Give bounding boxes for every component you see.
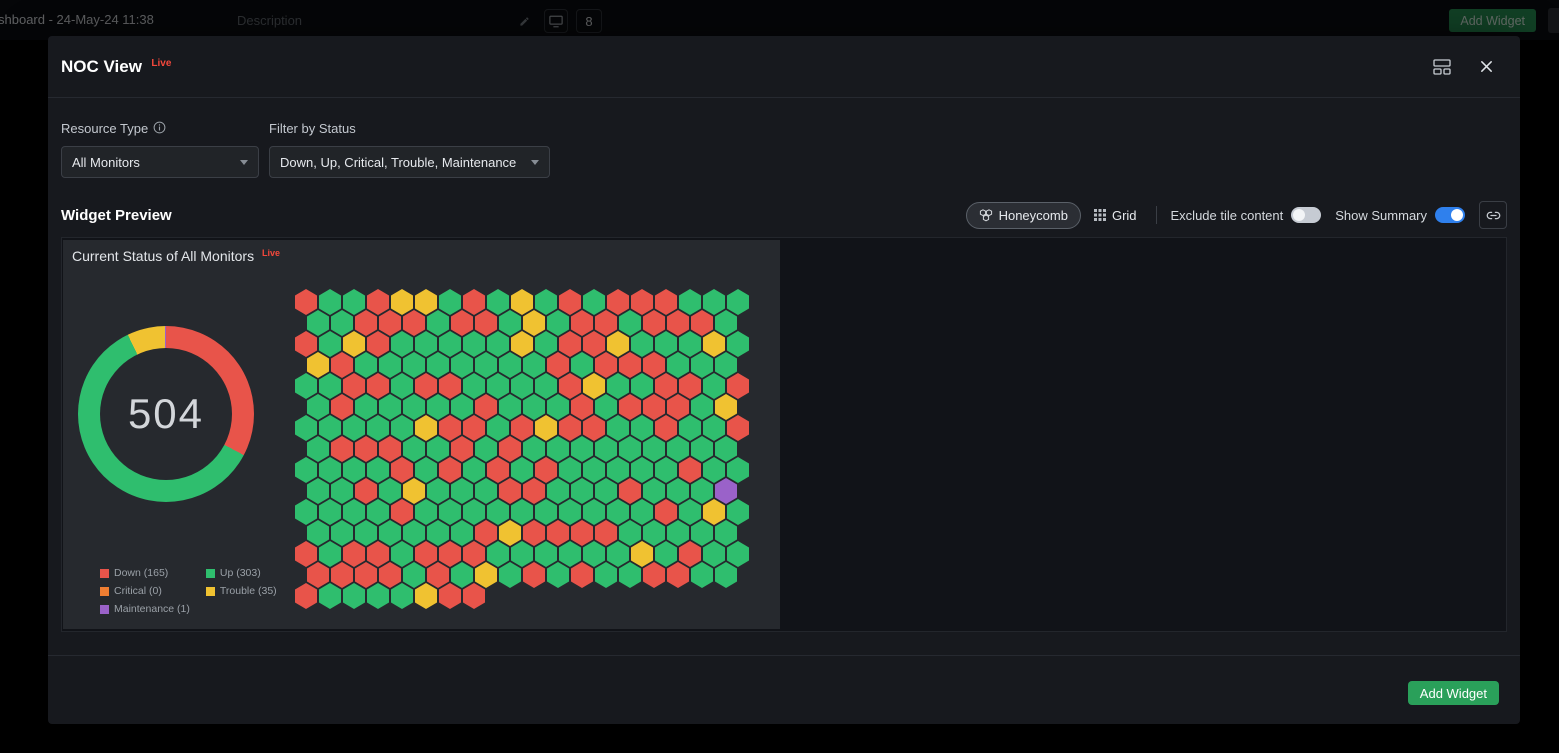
legend-label: Down (165)	[114, 567, 168, 579]
legend-item: Maintenance (1)	[100, 603, 190, 615]
toggle-knob	[1293, 209, 1305, 221]
live-badge: Live	[151, 58, 171, 69]
toolbar-divider	[1156, 206, 1157, 224]
link-icon	[1486, 208, 1501, 223]
add-widget-button[interactable]: Add Widget	[1408, 681, 1499, 705]
widget-title-row: Current Status of All Monitors Live	[72, 248, 280, 264]
monitor-hex-tile[interactable]	[463, 583, 485, 609]
grid-label: Grid	[1112, 208, 1137, 223]
monitor-hex-tile[interactable]	[319, 583, 341, 609]
resource-type-value: All Monitors	[72, 155, 140, 170]
donut-total: 504	[128, 390, 204, 438]
chevron-down-icon	[531, 160, 539, 165]
honeycomb-row	[295, 583, 749, 609]
filter-by-status-value: Down, Up, Critical, Trouble, Maintenance	[280, 155, 516, 170]
widget-preview-heading: Widget Preview	[61, 207, 172, 224]
close-icon[interactable]	[1479, 59, 1494, 74]
honeycomb-chart	[295, 289, 749, 609]
grid-view-button[interactable]: Grid	[1089, 202, 1142, 229]
filter-by-status-select[interactable]: Down, Up, Critical, Trouble, Maintenance	[269, 146, 550, 178]
legend-label: Up (303)	[220, 567, 261, 579]
modal-header: NOC View Live	[48, 36, 1520, 98]
layout-icon[interactable]	[1433, 59, 1451, 75]
legend-item: Down (165)	[100, 567, 190, 579]
preview-header-row: Widget Preview Honeycomb Grid Exclud	[61, 200, 1507, 230]
monitor-hex-tile[interactable]	[343, 583, 365, 609]
monitor-hex-tile[interactable]	[415, 583, 437, 609]
noc-view-modal: NOC View Live Resource Type All Monitors	[48, 36, 1520, 724]
legend-label: Maintenance (1)	[114, 603, 190, 615]
modal-footer: Add Widget	[48, 655, 1520, 724]
monitor-hex-tile[interactable]	[295, 583, 317, 609]
info-icon	[153, 121, 166, 137]
legend-label: Trouble (35)	[220, 585, 277, 597]
legend-item: Critical (0)	[100, 585, 190, 597]
modal-title: NOC View	[61, 57, 142, 76]
widget-live-badge: Live	[262, 248, 280, 258]
toggle-knob	[1451, 209, 1463, 221]
legend-swatch	[100, 605, 109, 614]
legend-swatch	[100, 587, 109, 596]
chevron-down-icon	[240, 160, 248, 165]
legend-item: Trouble (35)	[206, 585, 277, 597]
filter-by-status-label: Filter by Status	[269, 121, 356, 136]
legend-swatch	[100, 569, 109, 578]
donut-hole: 504	[100, 348, 232, 480]
modal-title-group: NOC View Live	[61, 57, 171, 77]
grid-icon	[1094, 209, 1106, 221]
show-summary-label: Show Summary	[1335, 208, 1427, 223]
widget-title: Current Status of All Monitors	[72, 248, 254, 264]
legend-swatch	[206, 569, 215, 578]
show-summary-toggle[interactable]	[1435, 207, 1465, 223]
legend-swatch	[206, 587, 215, 596]
noc-widget-card: Current Status of All Monitors Live 504 …	[63, 240, 780, 629]
honeycomb-view-button[interactable]: Honeycomb	[966, 202, 1081, 229]
resource-type-select[interactable]: All Monitors	[61, 146, 259, 178]
status-donut-chart: 504	[78, 326, 254, 502]
exclude-tile-toggle[interactable]	[1291, 207, 1321, 223]
honeycomb-label: Honeycomb	[999, 208, 1068, 223]
monitor-hex-tile[interactable]	[367, 583, 389, 609]
copy-link-button[interactable]	[1479, 201, 1507, 229]
monitor-hex-tile[interactable]	[439, 583, 461, 609]
controls-row: Resource Type All Monitors Filter by Sta…	[61, 121, 550, 178]
widget-preview-panel: Current Status of All Monitors Live 504 …	[61, 237, 1507, 632]
monitor-hex-tile[interactable]	[391, 583, 413, 609]
legend-item: Up (303)	[206, 567, 277, 579]
legend: Down (165) Up (303) Critical (0) Trouble (3…	[100, 567, 277, 615]
legend-label: Critical (0)	[114, 585, 162, 597]
exclude-tile-label: Exclude tile content	[1171, 208, 1284, 223]
honeycomb-icon	[979, 209, 993, 222]
resource-type-label: Resource Type	[61, 121, 148, 136]
